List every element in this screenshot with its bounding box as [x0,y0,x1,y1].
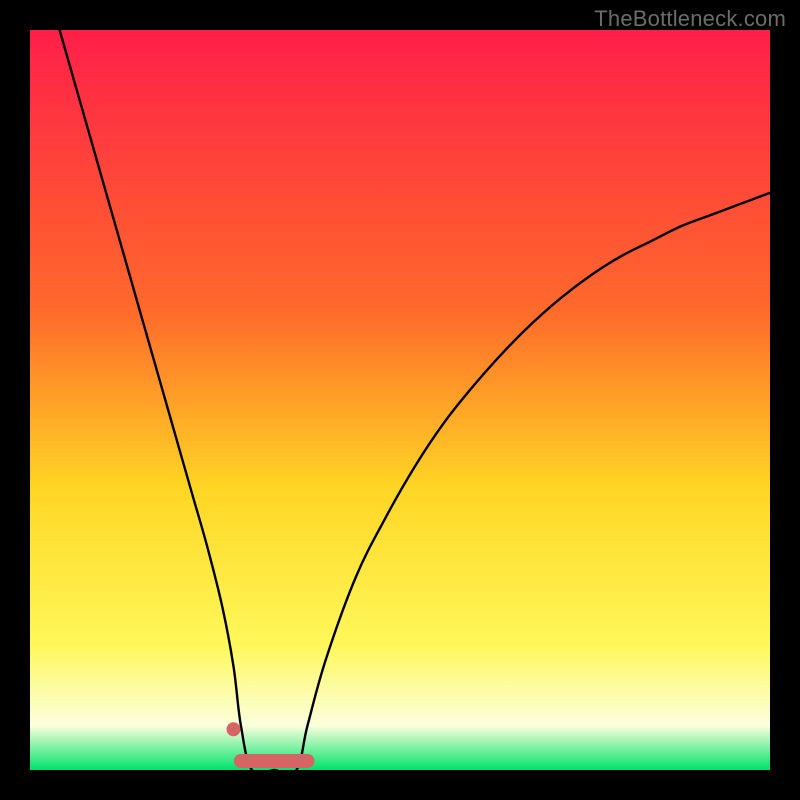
bottleneck-chart [30,30,770,770]
plot-area [30,30,770,770]
chart-frame: TheBottleneck.com [0,0,800,800]
min-dot-marker [227,722,241,736]
gradient-background [30,30,770,770]
watermark-text: TheBottleneck.com [594,6,786,32]
